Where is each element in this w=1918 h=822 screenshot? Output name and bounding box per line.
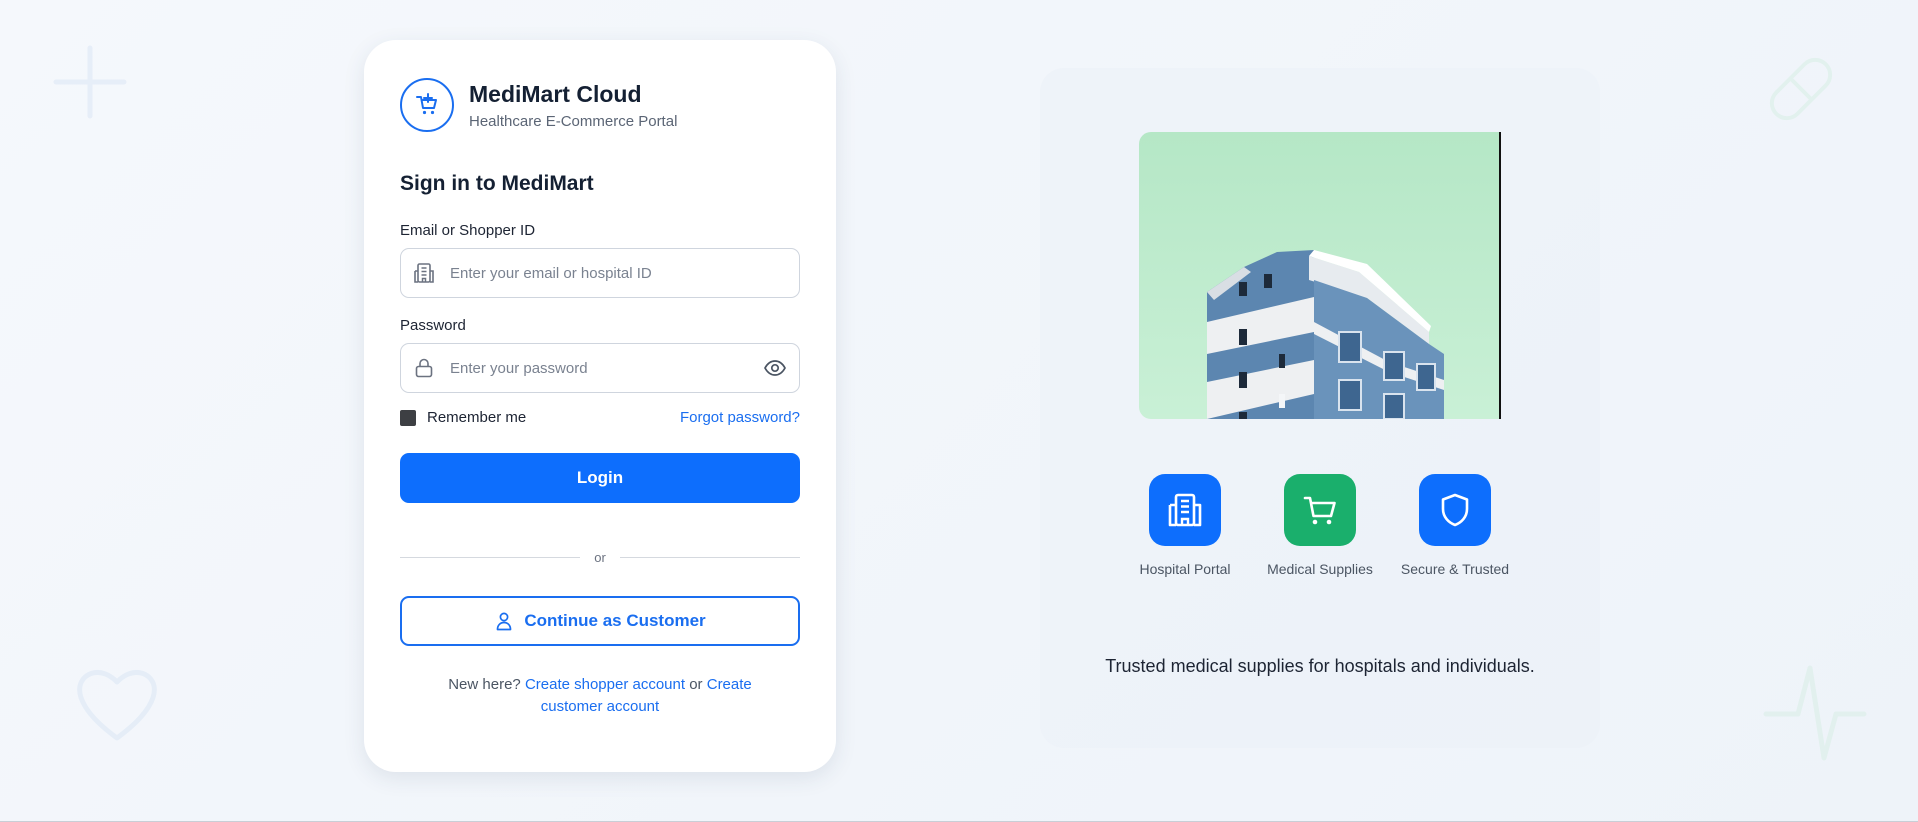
hero-tagline: Trusted medical supplies for hospitals a… [1105,656,1535,676]
form-heading: Sign in to MediMart [400,172,594,195]
email-input[interactable] [448,263,799,283]
divider-label: or [594,550,606,565]
feature-hospital-portal: Hospital Portal [1120,474,1250,577]
remember-label: Remember me [427,409,527,426]
remember-me[interactable]: Remember me [400,409,526,426]
hospital-building-image [1139,132,1499,419]
continue-as-customer-button[interactable]: Continue as Customer [400,596,800,646]
lock-icon [412,356,436,380]
pill-decoration-icon [1769,57,1833,121]
email-field-wrapper[interactable] [400,248,800,298]
login-button[interactable]: Login [400,453,800,503]
feature-label: Hospital Portal [1139,561,1231,577]
feature-secure-trusted: Secure & Trusted [1390,474,1520,577]
remember-checkbox[interactable] [400,409,416,426]
user-icon [494,611,514,631]
signup-prefix: New here? [448,676,521,693]
building-icon [412,261,436,285]
image-edge-line [1499,132,1501,419]
show-password-eye-icon[interactable] [763,356,787,380]
signup-or: or [689,676,703,693]
shield-icon [1419,474,1491,546]
feature-medical-supplies: Medical Supplies [1255,474,1385,577]
plus-decoration-icon [53,45,127,119]
password-label: Password [400,317,466,334]
password-field-wrapper[interactable] [400,343,800,393]
login-card: MediMart Cloud Healthcare E-Commerce Por… [364,40,836,772]
signup-prompt: New here? Create shopper account or Crea… [400,674,800,718]
brand-name: MediMart Cloud [469,81,642,107]
or-divider: or [400,550,800,565]
cart-icon [1284,474,1356,546]
continue-as-customer-label: Continue as Customer [524,611,706,630]
brand-header: MediMart Cloud Healthcare E-Commerce Por… [400,78,800,132]
create-shopper-account-link[interactable]: Create shopper account [525,676,685,693]
brand-tagline: Healthcare E-Commerce Portal [469,113,678,130]
cart-logo-icon [400,78,454,132]
feature-row: Hospital Portal Medical Supplies Secure … [1120,474,1520,577]
feature-label: Secure & Trusted [1400,561,1510,577]
password-input[interactable] [448,358,763,378]
heart-decoration-icon [77,670,157,741]
hospital-icon [1149,474,1221,546]
pulse-decoration-icon [1763,665,1867,761]
email-label: Email or Shopper ID [400,222,536,239]
forgot-password-link[interactable]: Forgot password? [680,409,800,426]
feature-label: Medical Supplies [1267,561,1373,577]
